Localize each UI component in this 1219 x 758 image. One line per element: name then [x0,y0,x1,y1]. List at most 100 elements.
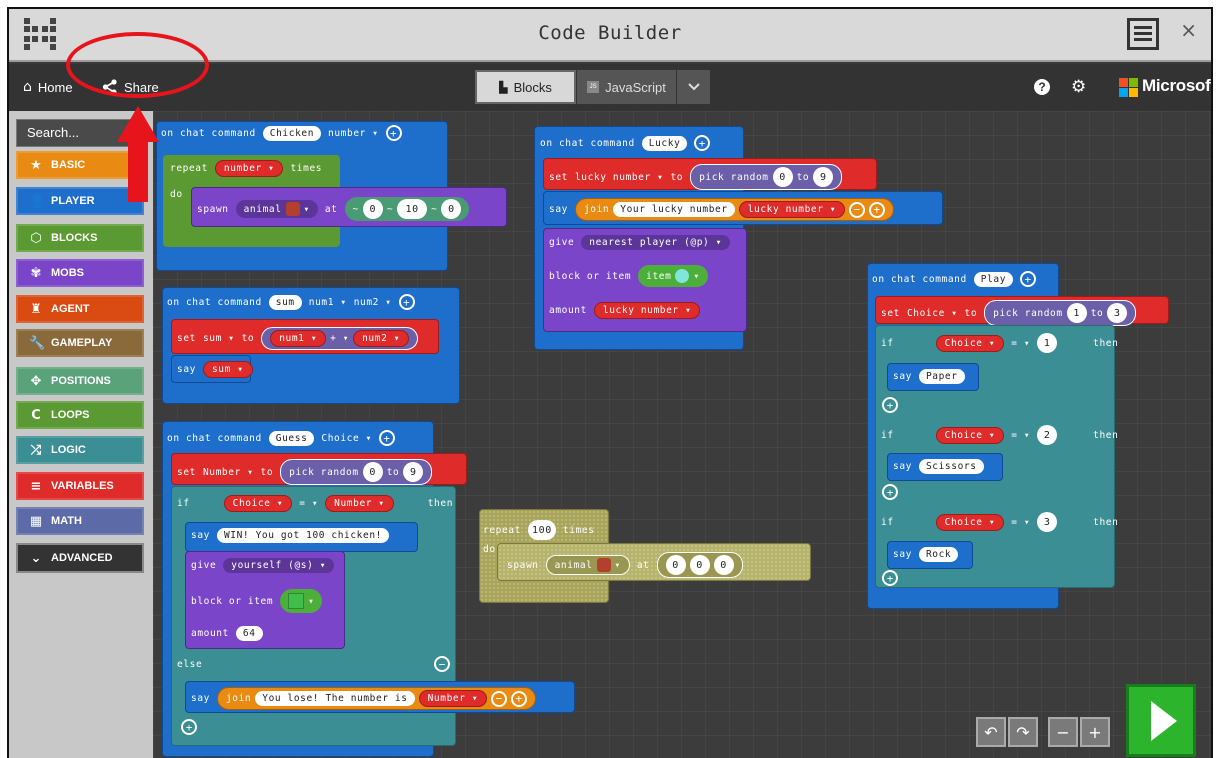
x-value[interactable]: 0 [362,199,383,219]
language-dropdown-button[interactable] [676,70,710,104]
toolbox-category-loops[interactable]: C LOOPS [16,401,144,429]
pick-random-pill[interactable]: pick random 0 to 9 [280,459,433,485]
command-name[interactable]: Chicken [262,125,322,141]
undo-button[interactable]: ↶ [976,717,1006,747]
add-param-icon[interactable]: + [378,430,395,446]
redo-button[interactable]: ↷ [1008,717,1038,747]
math-op-pill[interactable]: num1 ▾ + ▾ num2 ▾ [261,327,419,350]
run-button[interactable] [1126,684,1196,757]
add-input-icon[interactable]: + [511,690,528,707]
variable-dropdown[interactable]: Number ▾ [203,467,254,478]
z-value[interactable]: 0 [713,555,734,575]
animal-dropdown[interactable]: animal ▾ [235,200,318,218]
variable-pill[interactable]: Choice ▾ [935,334,1005,352]
animal-dropdown[interactable]: animal ▾ [545,555,630,575]
param-dropdown[interactable]: num1 ▾ [309,297,347,308]
variable-pill[interactable]: Number ▾ [418,690,488,707]
variable-pill[interactable]: Number ▾ [325,495,394,512]
variable-pill[interactable]: num1 ▾ [270,330,327,347]
variable-pill[interactable]: Choice ▾ [223,495,293,512]
text-pill[interactable]: Your lucky number [613,202,735,217]
target-dropdown[interactable]: nearest player (@p) ▾ [581,235,730,250]
add-param-icon[interactable]: + [1020,271,1037,287]
join-pill[interactable]: join You lose! The number is Number ▾ − … [216,687,537,710]
target-dropdown[interactable]: yourself (@s) ▾ [223,558,335,573]
variable-pill[interactable]: number ▾ [214,160,284,177]
max-value[interactable]: 9 [403,462,424,482]
text-pill[interactable]: Scissors [918,459,984,474]
param-dropdown[interactable]: number ▾ [328,128,379,139]
operator-dropdown[interactable]: = ▾ [299,498,318,509]
remove-branch-icon[interactable]: + [882,397,898,413]
toolbox-category-agent[interactable]: ♜ AGENT [16,295,144,323]
remove-input-icon[interactable]: − [849,201,866,218]
help-icon[interactable]: ? [1034,79,1050,95]
tab-blocks[interactable]: ▙ Blocks [475,70,576,104]
close-button[interactable]: × [1180,18,1197,42]
blocks-workspace[interactable]: on chat command Chicken number ▾ + repea… [153,111,1211,758]
text-pill[interactable]: WIN! You got 100 chicken! [216,528,389,543]
position-pill[interactable]: 0 0 0 [656,552,743,578]
add-param-icon[interactable]: + [694,135,711,151]
toolbox-category-math[interactable]: ▦ MATH [16,507,144,535]
home-button[interactable]: ⌂ Home [23,79,73,95]
item-dropdown[interactable]: item ▾ [638,265,708,287]
min-value[interactable]: 1 [1066,303,1087,323]
position-pill[interactable]: ~ 0 ~ 10 ~ 0 [344,197,470,221]
workspace-scrollbar[interactable] [1212,271,1213,641]
command-name[interactable]: Lucky [641,135,688,151]
pick-random-pill[interactable]: pick random 1 to 3 [984,300,1137,326]
variable-pill[interactable]: num2 ▾ [353,330,410,347]
operator-dropdown[interactable]: + ▾ [330,333,349,344]
toolbox-category-positions[interactable]: ✥ POSITIONS [16,367,144,395]
max-value[interactable]: 3 [1107,303,1128,323]
command-name[interactable]: Play [973,271,1014,287]
variable-dropdown[interactable]: sum ▾ [203,333,235,344]
compare-value[interactable]: 1 [1037,333,1058,353]
remove-branch-icon[interactable]: + [882,484,898,500]
text-pill[interactable]: Paper [918,369,965,384]
list-view-icon[interactable] [1127,18,1159,50]
add-param-icon[interactable]: + [398,294,415,310]
zoom-out-button[interactable]: − [1048,717,1078,747]
variable-pill[interactable]: sum ▾ [202,361,253,378]
max-value[interactable]: 9 [813,167,834,187]
variable-dropdown[interactable]: lucky number ▾ [575,172,663,183]
pick-random-pill[interactable]: pick random 0 to 9 [690,164,843,190]
variable-pill[interactable]: lucky number ▾ [738,201,846,218]
join-pill[interactable]: join Your lucky number lucky number ▾ − … [574,198,895,221]
toolbox-category-logic[interactable]: ⤮ LOGIC [16,436,144,464]
add-branch-icon[interactable]: + [882,570,898,586]
zoom-in-button[interactable]: + [1080,717,1110,747]
variable-dropdown[interactable]: Choice ▾ [907,308,958,319]
y-value[interactable]: 10 [397,199,428,219]
variable-pill[interactable]: lucky number ▾ [593,302,701,319]
x-value[interactable]: 0 [665,555,686,575]
compare-value[interactable]: 3 [1037,512,1058,532]
toolbox-category-variables[interactable]: ≡ VARIABLES [16,472,144,500]
z-value[interactable]: 0 [441,199,462,219]
toolbox-category-advanced[interactable]: ⌄ ADVANCED [16,543,144,573]
variable-pill[interactable]: Choice ▾ [935,426,1005,444]
variable-pill[interactable]: Choice ▾ [935,513,1005,531]
min-value[interactable]: 0 [772,167,793,187]
operator-dropdown[interactable]: = ▾ [1011,430,1030,441]
text-pill[interactable]: You lose! The number is [255,691,415,706]
block-item-dropdown[interactable]: ▾ [280,589,323,613]
add-branch-icon[interactable]: + [181,719,197,735]
remove-else-icon[interactable]: − [434,656,450,672]
param-dropdown[interactable]: num2 ▾ [354,297,392,308]
command-name[interactable]: Guess [268,430,315,446]
repeat-count[interactable]: 100 [527,520,556,540]
text-pill[interactable]: Rock [918,547,959,562]
min-value[interactable]: 0 [362,462,383,482]
operator-dropdown[interactable]: = ▾ [1011,517,1030,528]
toolbox-category-gameplay[interactable]: 🔧 GAMEPLAY [16,329,144,357]
remove-input-icon[interactable]: − [491,690,508,707]
add-input-icon[interactable]: + [869,201,886,218]
tab-javascript[interactable]: JS JavaScript [577,70,676,104]
param-dropdown[interactable]: Choice ▾ [321,433,372,444]
command-name[interactable]: sum [268,294,302,310]
toolbox-category-blocks[interactable]: ⬡ BLOCKS [16,224,144,252]
operator-dropdown[interactable]: = ▾ [1011,338,1030,349]
